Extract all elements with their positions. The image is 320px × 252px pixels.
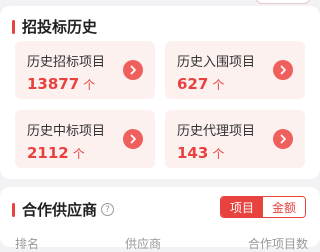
partial-button[interactable]	[256, 0, 310, 4]
stat-unit: 个	[83, 78, 96, 92]
metric-toggle: 项目 金额	[220, 196, 306, 218]
section-title: 合作供应商 ?	[12, 199, 115, 220]
chevron-right-icon[interactable]	[123, 60, 143, 80]
stat-value-wrap: 13877 个	[27, 74, 95, 93]
partner-suppliers-card: 合作供应商 ? 项目 金额 排名 供应商 合作项目数	[0, 187, 320, 251]
stat-value-wrap: 627 个	[177, 74, 224, 93]
stat-unit: 个	[72, 147, 85, 161]
stat-label: 历史代理项目	[177, 124, 256, 139]
stat-label: 历史招标项目	[27, 55, 106, 70]
stat-value-wrap: 2112 个	[27, 143, 85, 162]
accent-bar	[12, 19, 15, 34]
bidding-history-card: 招投标历史 历史招标项目 13877 个 历史入围项目 627 个 历史中标项目 2…	[0, 6, 320, 179]
stat-card-historical-shortlisted[interactable]: 历史入围项目 627 个	[165, 41, 305, 99]
stat-card-historical-won[interactable]: 历史中标项目 2112 个	[15, 110, 155, 168]
toggle-option-amount[interactable]: 金额	[263, 197, 305, 217]
toggle-option-projects[interactable]: 项目	[221, 197, 263, 217]
stat-value: 2112	[27, 144, 69, 162]
stat-card-historical-tenders[interactable]: 历史招标项目 13877 个	[15, 41, 155, 99]
column-header-rank: 排名	[15, 237, 40, 251]
chevron-right-icon[interactable]	[273, 129, 293, 149]
chevron-right-icon[interactable]	[273, 60, 293, 80]
column-header-supplier: 供应商	[125, 237, 162, 251]
stat-value-wrap: 143 个	[177, 143, 224, 162]
stat-value: 627	[177, 75, 209, 93]
column-header-project-count: 合作项目数	[248, 237, 309, 251]
chevron-right-icon[interactable]	[123, 129, 143, 149]
stat-value: 13877	[27, 75, 80, 93]
accent-bar	[12, 202, 15, 217]
stat-label: 历史中标项目	[27, 124, 106, 139]
stat-unit: 个	[212, 78, 225, 92]
stat-card-historical-agency[interactable]: 历史代理项目 143 个	[165, 110, 305, 168]
help-icon[interactable]: ?	[101, 203, 115, 216]
stat-label: 历史入围项目	[177, 55, 256, 70]
section-title: 招投标历史	[12, 16, 97, 37]
section-title-text: 招投标历史	[22, 18, 98, 36]
stat-value: 143	[177, 144, 209, 162]
stat-unit: 个	[212, 147, 225, 161]
section-title-text: 合作供应商	[22, 201, 98, 219]
